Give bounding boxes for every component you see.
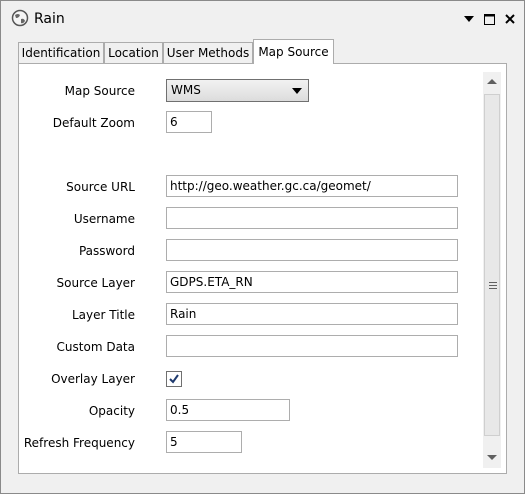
globe-icon [11, 9, 29, 27]
opacity-label: Opacity [88, 404, 135, 418]
opacity-field[interactable]: 0.5 [166, 399, 290, 421]
custom-data-field[interactable] [166, 335, 458, 357]
source-url-label: Source URL [66, 180, 135, 194]
refresh-frequency-label: Refresh Frequency [23, 436, 135, 450]
window-menu-button[interactable] [461, 11, 477, 27]
maximize-button[interactable] [481, 11, 497, 27]
layer-title-field[interactable]: Rain [166, 303, 458, 325]
tab-identification[interactable]: Identification [18, 42, 104, 63]
source-layer-field[interactable]: GDPS.ETA_RN [166, 271, 458, 293]
custom-data-label: Custom Data [56, 340, 135, 354]
password-label: Password [78, 244, 135, 258]
vertical-scrollbar[interactable] [483, 72, 501, 468]
scroll-down-icon[interactable] [487, 455, 497, 460]
map-source-panel: Map Source WMS Default Zoom 6 Source URL… [18, 63, 507, 474]
default-zoom-label: Default Zoom [52, 116, 135, 130]
checkmark-icon [169, 374, 179, 384]
window-title: Rain [34, 11, 65, 27]
default-zoom-field[interactable]: 6 [166, 111, 212, 133]
tab-map-source[interactable]: Map Source [253, 39, 334, 64]
password-field[interactable] [166, 239, 458, 261]
refresh-frequency-field[interactable]: 5 [166, 431, 242, 453]
map-source-select[interactable]: WMS [166, 79, 309, 102]
close-button[interactable] [502, 11, 518, 27]
layer-title-label: Layer Title [72, 308, 135, 322]
maximize-icon [483, 13, 495, 25]
source-layer-label: Source Layer [56, 276, 136, 290]
overlay-layer-label: Overlay Layer [51, 372, 135, 386]
source-url-field[interactable]: http://geo.weather.gc.ca/geomet/ [166, 175, 458, 197]
grip-icon [489, 282, 497, 291]
title-bar[interactable]: Rain [1, 1, 524, 37]
scroll-up-icon[interactable] [487, 79, 497, 84]
dropdown-icon [464, 16, 474, 22]
tab-location[interactable]: Location [104, 42, 163, 63]
username-field[interactable] [166, 207, 458, 229]
map-source-label: Map Source [64, 84, 135, 98]
username-label: Username [73, 212, 135, 226]
chevron-down-icon [292, 88, 302, 94]
close-icon [505, 14, 515, 24]
map-source-value: WMS [171, 83, 201, 97]
scrollbar-thumb[interactable] [484, 94, 500, 436]
overlay-layer-checkbox[interactable] [166, 371, 182, 387]
tab-user-methods[interactable]: User Methods [163, 42, 253, 63]
properties-window: Rain Identification Location User Method… [0, 0, 525, 494]
